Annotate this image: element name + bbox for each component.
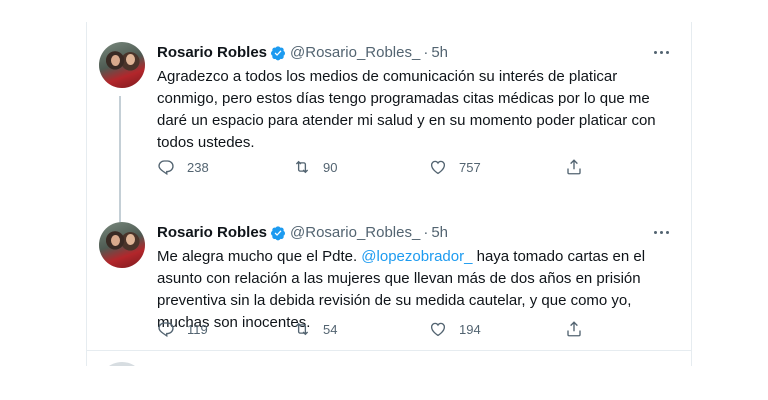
separator: · (423, 44, 429, 61)
tweet-header: Rosario Robles @Rosario_Robles_ · 5h (157, 44, 448, 61)
share-button[interactable] (565, 158, 691, 176)
share-button[interactable] (565, 320, 691, 338)
more-icon[interactable] (649, 40, 673, 64)
tweet-actions: 238 90 757 (157, 158, 691, 176)
reply-icon (158, 322, 174, 338)
like-button[interactable]: 757 (429, 158, 565, 176)
reply-count: 238 (187, 159, 209, 175)
like-button[interactable]: 194 (429, 320, 565, 338)
display-name[interactable]: Rosario Robles (157, 224, 267, 241)
avatar[interactable] (99, 222, 145, 268)
more-icon[interactable] (649, 220, 673, 244)
retweet-count: 90 (323, 159, 338, 175)
tweet-divider (87, 350, 691, 351)
verified-badge-icon (271, 45, 286, 60)
tweet-header: Rosario Robles @Rosario_Robles_ · 5h (157, 224, 448, 241)
handle[interactable]: @Rosario_Robles_ (290, 224, 420, 241)
tweet[interactable]: Rosario Robles @Rosario_Robles_ · 5h Agr… (87, 22, 691, 202)
retweet-button[interactable]: 54 (293, 320, 429, 338)
avatar[interactable] (99, 42, 145, 88)
separator: · (423, 224, 429, 241)
like-icon (430, 322, 446, 337)
like-count: 194 (459, 321, 481, 337)
avatar[interactable] (99, 362, 145, 366)
handle[interactable]: @Rosario_Robles_ (290, 44, 420, 61)
tweet-actions: 119 54 194 (157, 320, 691, 338)
like-icon (430, 160, 446, 175)
timestamp[interactable]: 5h (431, 44, 448, 61)
tweet[interactable]: Rosario Robles @Rosario_Robles_ · 5h Me … (87, 202, 691, 360)
timestamp[interactable]: 5h (431, 224, 448, 241)
tweet-text: Agradezco a todos los medios de comunica… (157, 68, 656, 151)
retweet-button[interactable]: 90 (293, 158, 429, 176)
timeline: Rosario Robles @Rosario_Robles_ · 5h Agr… (86, 22, 692, 366)
reply-icon (158, 160, 174, 176)
retweet-count: 54 (323, 321, 338, 337)
share-icon (567, 321, 581, 337)
display-name[interactable]: Rosario Robles (157, 44, 267, 61)
reply-button[interactable]: 238 (157, 158, 293, 176)
tweet-text-start: Me alegra mucho que el Pdte. (157, 248, 362, 265)
mention-link[interactable]: @lopezobrador_ (361, 248, 472, 265)
retweet-icon (295, 322, 309, 336)
reply-button[interactable]: 119 (157, 320, 293, 338)
verified-badge-icon (271, 225, 286, 240)
retweet-icon (295, 160, 309, 174)
share-icon (567, 159, 581, 175)
reply-count: 119 (187, 321, 208, 337)
like-count: 757 (459, 159, 481, 175)
